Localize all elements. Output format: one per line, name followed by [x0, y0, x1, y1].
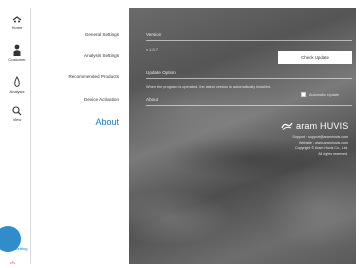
check-update-button[interactable]: Check Update: [278, 51, 352, 64]
version-value: v 1.0.7: [146, 47, 159, 52]
nav-item-home[interactable]: Home: [3, 16, 31, 30]
menu-item-device-activation[interactable]: Device Activation: [84, 97, 119, 102]
home-icon: [12, 16, 22, 23]
right-margin: [356, 8, 362, 264]
nav-label-view: View: [12, 117, 22, 122]
analysis-icon: [14, 76, 20, 87]
person-icon: [13, 44, 21, 56]
update-option-title: Update Option: [146, 70, 176, 75]
logo-text: aram HUVIS: [296, 121, 349, 131]
nav-label-customer: Customer: [8, 57, 26, 62]
auto-update-label: Automatic Update: [309, 92, 340, 97]
nav-item-analysis[interactable]: Analysis: [3, 76, 31, 94]
menu-item-recommended-products[interactable]: Recommended Products: [68, 74, 119, 79]
search-icon: [12, 106, 22, 116]
nav-label-settings: Setting: [15, 246, 28, 251]
rights-text: All rights reserved.: [318, 151, 348, 156]
menu-item-analysis-settings[interactable]: Analysis Settings: [84, 53, 119, 58]
app-window: Home Customer Analysis View Setting ⏻: [0, 0, 362, 268]
about-content-pane: Version v 1.0.7 Check Update Update Opti…: [129, 8, 356, 264]
about-section-title: About: [146, 97, 159, 102]
nav-rail: Home Customer Analysis View Setting ⏻: [0, 8, 31, 268]
auto-update-row[interactable]: Automatic Update: [301, 92, 339, 97]
auto-update-checkbox[interactable]: [301, 92, 306, 97]
menu-item-general-settings[interactable]: General Settings: [85, 32, 119, 37]
nav-item-view[interactable]: View: [3, 106, 31, 122]
menu-item-about[interactable]: About: [95, 117, 119, 127]
nav-label-analysis: Analysis: [9, 89, 25, 94]
company-logo: aram HUVIS: [281, 121, 349, 131]
bottom-margin: [0, 264, 362, 268]
support-email: Support : support@aramhuvis.com: [292, 135, 348, 139]
settings-menu: General Settings Analysis Settings Recom…: [31, 8, 129, 264]
logo-mark-icon: [281, 122, 293, 130]
about-divider: [146, 105, 352, 106]
nav-item-customer[interactable]: Customer: [3, 44, 31, 62]
update-option-description: When the program is operated, the latest…: [146, 85, 272, 89]
version-divider: [146, 40, 352, 41]
version-section-title: Version: [146, 32, 162, 37]
update-option-divider: [146, 78, 352, 79]
about-info: Support : support@aramhuvis.com Website …: [292, 135, 348, 157]
copyright-text: Copyright © Aram Huvis Co., Ltd.: [295, 146, 348, 150]
nav-label-home: Home: [11, 25, 23, 30]
